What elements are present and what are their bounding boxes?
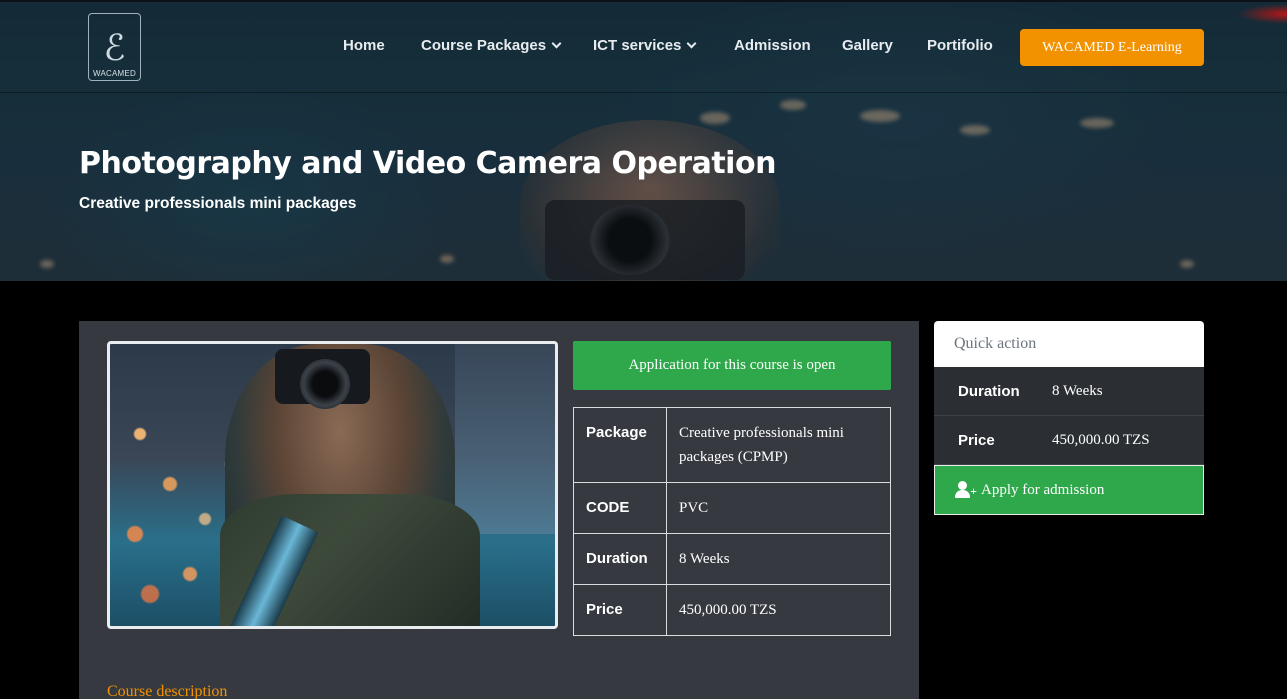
quick-value: 8 Weeks bbox=[1052, 382, 1103, 399]
nav-gallery-label: Gallery bbox=[842, 37, 893, 54]
nav-course-packages[interactable]: Course Packages bbox=[421, 37, 562, 54]
nav-admission[interactable]: Admission bbox=[734, 37, 811, 54]
nav-gallery[interactable]: Gallery bbox=[842, 37, 893, 54]
application-status-banner: Application for this course is open bbox=[573, 341, 891, 390]
elearning-button[interactable]: WACAMED E-Learning bbox=[1020, 29, 1204, 66]
course-details-table: Package Creative professionals mini pack… bbox=[573, 407, 891, 636]
user-plus-icon: + bbox=[955, 481, 977, 499]
detail-key: CODE bbox=[573, 482, 667, 534]
nav-home-label: Home bbox=[343, 37, 385, 54]
apply-for-admission-button[interactable]: + Apply for admission bbox=[934, 465, 1204, 515]
site-logo[interactable]: ℰ WACAMED bbox=[88, 13, 141, 81]
chevron-down-icon bbox=[686, 38, 697, 49]
quick-row-price: Price 450,000.00 TZS bbox=[934, 416, 1204, 465]
table-row: Duration 8 Weeks bbox=[573, 533, 891, 585]
course-description-heading: Course description bbox=[107, 683, 228, 699]
page-title: Photography and Video Camera Operation bbox=[79, 146, 776, 181]
quick-key: Duration bbox=[958, 382, 1020, 400]
table-row: CODE PVC bbox=[573, 482, 891, 534]
nav-portfolio-label: Portifolio bbox=[927, 37, 993, 54]
detail-value: PVC bbox=[666, 482, 891, 534]
apply-button-label: Apply for admission bbox=[981, 481, 1105, 498]
quick-action-card: Quick action Duration 8 Weeks Price 450,… bbox=[934, 321, 1204, 515]
table-row: Package Creative professionals mini pack… bbox=[573, 407, 891, 483]
nav-ict-services[interactable]: ICT services bbox=[593, 37, 697, 54]
quick-value: 450,000.00 TZS bbox=[1052, 431, 1150, 448]
nav-home[interactable]: Home bbox=[343, 37, 385, 54]
quick-action-title: Quick action bbox=[934, 321, 1204, 367]
detail-key: Duration bbox=[573, 533, 667, 585]
detail-key: Package bbox=[573, 407, 667, 483]
chevron-down-icon bbox=[551, 38, 562, 49]
page-subtitle: Creative professionals mini packages bbox=[79, 195, 357, 212]
detail-value: 450,000.00 TZS bbox=[666, 584, 891, 636]
table-row: Price 450,000.00 TZS bbox=[573, 584, 891, 636]
quick-key: Price bbox=[958, 431, 995, 449]
nav-portfolio[interactable]: Portifolio bbox=[927, 37, 993, 54]
quick-row-duration: Duration 8 Weeks bbox=[934, 367, 1204, 416]
detail-value: Creative professionals mini packages (CP… bbox=[666, 407, 891, 483]
logo-text: WACAMED bbox=[93, 69, 136, 78]
nav-admission-label: Admission bbox=[734, 37, 811, 54]
detail-value: 8 Weeks bbox=[666, 533, 891, 585]
course-image bbox=[107, 341, 558, 629]
nav-ict-services-label: ICT services bbox=[593, 37, 682, 54]
detail-key: Price bbox=[573, 584, 667, 636]
nav-course-packages-label: Course Packages bbox=[421, 37, 547, 54]
logo-icon: ℰ bbox=[103, 28, 126, 69]
